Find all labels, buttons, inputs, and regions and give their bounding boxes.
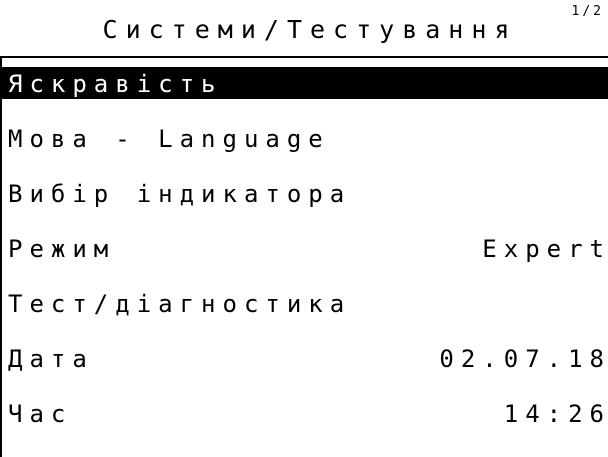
menu-item-label: Мова - Language (8, 125, 330, 153)
menu-item-label: Вибір індикатора (8, 180, 352, 208)
menu-item-label: Тест/діагностика (8, 290, 352, 318)
menu-item-date[interactable]: Дата 02.07.18 (0, 337, 608, 392)
menu-item-brightness[interactable]: Яскравість (0, 62, 608, 117)
menu-item-test-diagnostics[interactable]: Тест/діагностика (0, 282, 608, 337)
menu-item-label: Режим (8, 235, 116, 263)
menu-item-indicator-selection[interactable]: Вибір індикатора (0, 172, 608, 227)
menu-item-mode[interactable]: Режим Expert (0, 227, 608, 282)
screen-header: Системи/Тестування 1/2 (0, 0, 608, 56)
menu-item-label: Дата (8, 345, 94, 373)
page-title: Системи/Тестування (102, 15, 518, 44)
settings-menu: Яскравість Мова - Language Вибір індикат… (0, 62, 608, 447)
menu-item-time[interactable]: Час 14:26 (0, 392, 608, 447)
menu-item-label: Час (8, 400, 73, 428)
menu-item-label: Яскравість (8, 70, 223, 98)
page-indicator: 1/2 (571, 4, 604, 19)
time-value: 14:26 (503, 400, 608, 428)
menu-item-language[interactable]: Мова - Language (0, 117, 608, 172)
header-divider (0, 56, 608, 58)
mode-value: Expert (482, 235, 608, 263)
date-value: 02.07.18 (439, 345, 608, 373)
device-screen: Системи/Тестування 1/2 Яскравість Мова -… (0, 0, 608, 457)
